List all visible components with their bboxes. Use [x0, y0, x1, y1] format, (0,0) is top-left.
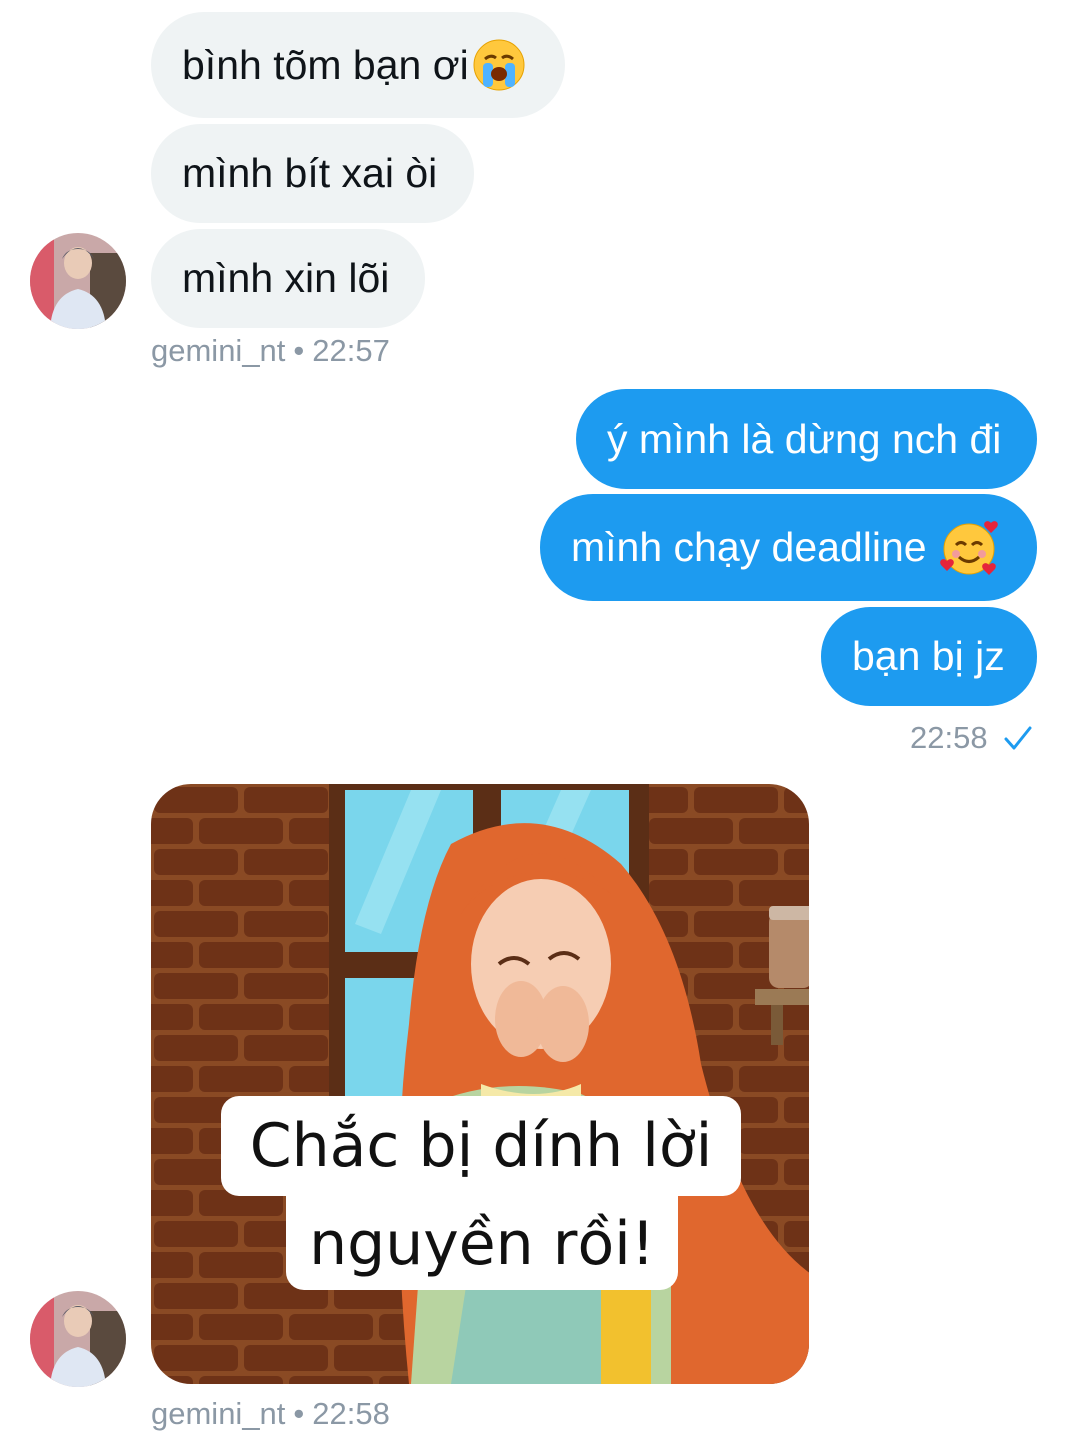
image-caption: nguyền rồi!	[286, 1196, 678, 1290]
shared-image[interactable]: Chắc bị dính lời nguyền rồi!	[151, 784, 809, 1384]
message-text: mình bít xai òi	[182, 150, 438, 196]
outgoing-message[interactable]: bạn bị jz	[821, 607, 1037, 706]
timestamp: 22:58	[312, 1396, 390, 1431]
message-text: bạn bị jz	[852, 633, 1005, 679]
sender-name[interactable]: gemini_nt	[151, 333, 285, 368]
message-meta: gemini_nt • 22:57	[151, 333, 390, 369]
outgoing-message[interactable]: mình chạy deadline	[540, 494, 1037, 601]
incoming-message[interactable]: bình tõm bạn ơi	[151, 12, 565, 118]
incoming-message[interactable]: mình bít xai òi	[151, 124, 474, 223]
outgoing-message[interactable]: ý mình là dừng nch đi	[576, 389, 1037, 489]
message-meta: gemini_nt • 22:58	[151, 1396, 390, 1432]
caption-line-2: nguyền rồi!	[309, 1209, 655, 1279]
message-text: mình chạy deadline	[571, 524, 927, 570]
meme-illustration	[151, 784, 809, 1384]
separator: •	[293, 333, 305, 368]
caption-line-1: Chắc bị dính lời	[249, 1111, 713, 1181]
sent-check-icon	[1004, 726, 1032, 750]
avatar-image	[30, 1291, 126, 1387]
sender-name[interactable]: gemini_nt	[151, 1396, 285, 1431]
message-text: bình tõm bạn ơi	[182, 41, 469, 88]
crying-face-icon	[473, 39, 525, 91]
avatar-image	[30, 233, 126, 329]
image-caption: Chắc bị dính lời	[221, 1096, 741, 1196]
avatar[interactable]	[30, 233, 126, 329]
timestamp: 22:57	[312, 333, 390, 368]
separator: •	[293, 1396, 305, 1431]
smiling-face-with-hearts-icon	[939, 520, 998, 575]
message-text: ý mình là dừng nch đi	[607, 415, 1002, 462]
incoming-message[interactable]: mình xin lõi	[151, 229, 425, 328]
message-text: mình xin lõi	[182, 255, 390, 301]
timestamp: 22:58	[910, 720, 988, 755]
avatar[interactable]	[30, 1291, 126, 1387]
